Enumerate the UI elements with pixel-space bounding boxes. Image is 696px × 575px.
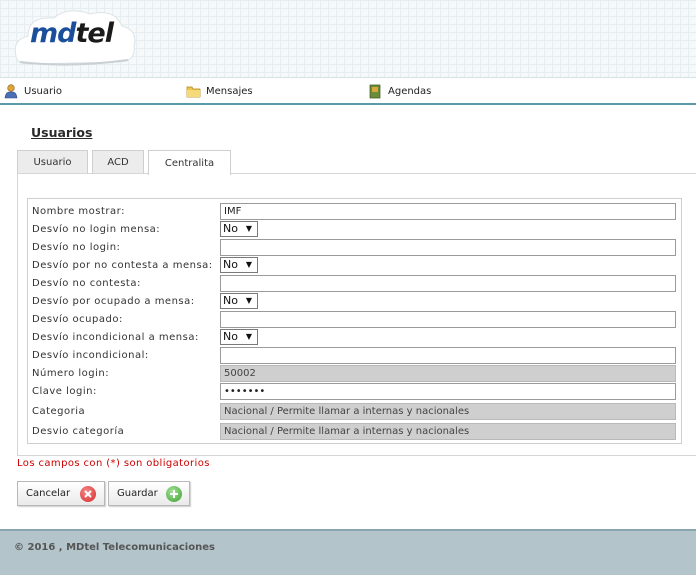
- desvio-incondicional-input[interactable]: [220, 347, 676, 364]
- nombre-mostrar-input[interactable]: IMF: [220, 203, 676, 220]
- field-label: Desvío por ocupado a mensa:: [32, 296, 195, 307]
- main-nav: Usuario Mensajes Agendas: [0, 78, 696, 105]
- field-label: Desvío ocupado:: [32, 314, 123, 325]
- desvio-no-contesta-input[interactable]: [220, 275, 676, 292]
- nav-item-mensajes[interactable]: Mensajes: [186, 82, 253, 100]
- nav-label: Mensajes: [206, 85, 253, 97]
- field-label: Desvío por no contesta a mensa:: [32, 260, 213, 271]
- field-label: Desvio categoría: [32, 426, 125, 437]
- logo[interactable]: mdtel: [10, 6, 136, 66]
- footer-text: © 2016 , MDtel Telecomunicaciones: [14, 542, 215, 553]
- desvio-categoria-field: Nacional / Permite llamar a internas y n…: [220, 423, 676, 440]
- desvio-no-login-input[interactable]: [220, 239, 676, 256]
- field-label: Desvío no contesta:: [32, 278, 141, 289]
- select-value: No: [223, 330, 238, 343]
- dropdown-arrow-icon: ▼: [245, 260, 252, 269]
- nav-label: Agendas: [388, 85, 432, 97]
- row-desvio-no-contesta: Desvío no contesta:: [32, 275, 678, 293]
- folder-icon: [186, 84, 201, 99]
- categoria-field: Nacional / Permite llamar a internas y n…: [220, 403, 676, 420]
- add-icon: [166, 486, 182, 502]
- tab-label: Usuario: [33, 157, 72, 168]
- dropdown-arrow-icon: ▼: [245, 332, 252, 341]
- field-label: Desvío incondicional:: [32, 350, 149, 361]
- dropdown-arrow-icon: ▼: [245, 296, 252, 305]
- clave-login-input[interactable]: •••••••: [220, 383, 676, 400]
- field-label: Desvío no login mensa:: [32, 224, 161, 235]
- desvio-no-contesta-mensa-select[interactable]: No ▼: [220, 257, 258, 273]
- tab-label: ACD: [107, 157, 129, 168]
- select-value: No: [223, 258, 238, 271]
- desvio-no-login-mensa-select[interactable]: No ▼: [220, 221, 258, 237]
- nav-item-agendas[interactable]: Agendas: [368, 82, 431, 100]
- page-title: Usuarios: [31, 125, 93, 140]
- field-label: Número login:: [32, 368, 110, 379]
- book-icon: [368, 84, 383, 99]
- row-desvio-categoria: Desvio categoría Nacional / Permite llam…: [32, 423, 678, 441]
- save-button[interactable]: Guardar: [108, 481, 190, 506]
- tab-usuario[interactable]: Usuario: [17, 150, 88, 174]
- header: mdtel: [0, 0, 696, 78]
- required-note: Los campos con (*) son obligatorios: [17, 458, 210, 469]
- tab-label: Centralita: [164, 157, 215, 169]
- desvio-ocupado-input[interactable]: [220, 311, 676, 328]
- row-categoria: Categoria Nacional / Permite llamar a in…: [32, 403, 678, 421]
- row-desvio-incondicional-mensa: Desvío incondicional a mensa: No ▼: [32, 329, 678, 347]
- button-label: Guardar: [117, 488, 158, 499]
- row-desvio-no-contesta-mensa: Desvío por no contesta a mensa: No ▼: [32, 257, 678, 275]
- button-label: Cancelar: [26, 488, 71, 499]
- nav-item-usuario[interactable]: Usuario: [4, 82, 62, 100]
- cancel-icon: [80, 486, 96, 502]
- row-clave-login: Clave login: •••••••: [32, 383, 678, 401]
- field-label: Categoria: [32, 406, 86, 417]
- row-desvio-no-login-mensa: Desvío no login mensa: No ▼: [32, 221, 678, 239]
- cancel-button[interactable]: Cancelar: [17, 481, 105, 506]
- desvio-incondicional-mensa-select[interactable]: No ▼: [220, 329, 258, 345]
- dropdown-arrow-icon: ▼: [245, 224, 252, 233]
- row-nombre-mostrar: Nombre mostrar: IMF: [32, 203, 678, 221]
- numero-login-field: 50002: [220, 365, 676, 382]
- footer: © 2016 , MDtel Telecomunicaciones: [0, 529, 696, 575]
- select-value: No: [223, 294, 238, 307]
- field-label: Nombre mostrar:: [32, 206, 125, 217]
- field-label: Desvío incondicional a mensa:: [32, 332, 199, 343]
- desvio-ocupado-mensa-select[interactable]: No ▼: [220, 293, 258, 309]
- field-label: Clave login:: [32, 386, 97, 397]
- select-value: No: [223, 222, 238, 235]
- nav-label: Usuario: [24, 85, 63, 97]
- tab-acd[interactable]: ACD: [92, 150, 144, 174]
- row-desvio-ocupado: Desvío ocupado:: [32, 311, 678, 329]
- field-label: Desvío no login:: [32, 242, 121, 253]
- user-icon: [4, 83, 19, 99]
- row-desvio-no-login: Desvío no login:: [32, 239, 678, 257]
- tab-centralita[interactable]: Centralita: [148, 150, 231, 175]
- logo-text: mdtel: [30, 18, 114, 49]
- row-numero-login: Número login: 50002: [32, 365, 678, 383]
- row-desvio-incondicional: Desvío incondicional:: [32, 347, 678, 365]
- row-desvio-ocupado-mensa: Desvío por ocupado a mensa: No ▼: [32, 293, 678, 311]
